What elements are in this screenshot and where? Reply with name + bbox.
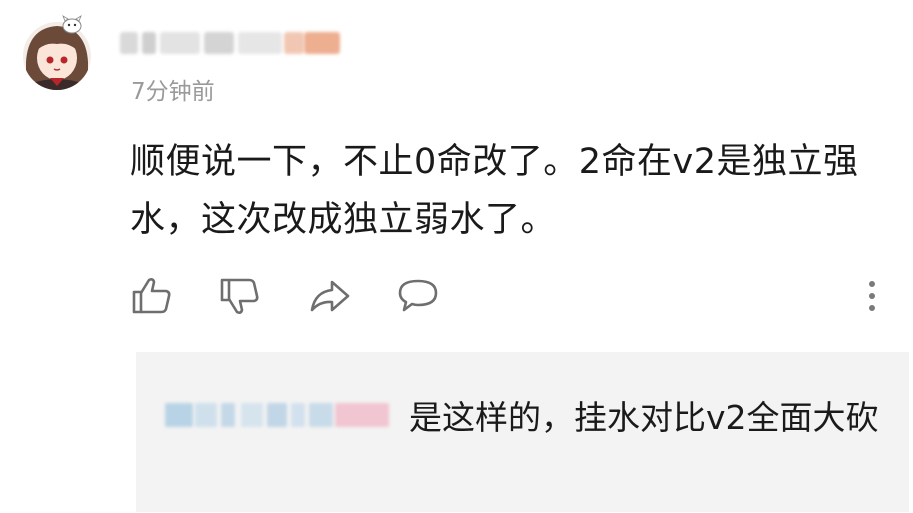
comment-timestamp: 7分钟前 (131, 79, 215, 105)
comment-thread: 7分钟前 顺便说一下，不止0命改了。2命在v2是独立强水，这次改成独立弱水了。 (0, 0, 913, 513)
redacted-block (238, 32, 282, 54)
comment-action-bar (128, 272, 888, 322)
thumbs-up-icon (132, 278, 171, 314)
comment-bubble-icon (398, 279, 438, 312)
share-button[interactable] (306, 272, 354, 320)
redacted-block (120, 32, 138, 54)
redacted-block (204, 32, 234, 54)
avatar-image (23, 15, 91, 90)
like-button[interactable] (128, 272, 176, 320)
redacted-block (304, 32, 340, 54)
share-icon (310, 280, 350, 312)
redacted-block (142, 32, 156, 54)
dislike-button[interactable] (216, 272, 264, 320)
redacted-block (284, 32, 304, 54)
more-vertical-icon (869, 281, 875, 311)
username-redacted[interactable] (112, 28, 350, 58)
more-options-button[interactable] (862, 272, 882, 320)
reply-button[interactable] (394, 272, 442, 320)
avatar[interactable] (20, 14, 94, 96)
reply-preview[interactable]: 是这样的，挂水对比v2全面大砍 (136, 352, 909, 512)
comment-body: 顺便说一下，不止0命改了。2命在v2是独立强水，这次改成独立弱水了。 (130, 142, 859, 240)
thumbs-down-icon (220, 278, 259, 314)
reply-body: 是这样的，挂水对比v2全面大砍 (409, 398, 879, 437)
redacted-block (160, 32, 200, 54)
